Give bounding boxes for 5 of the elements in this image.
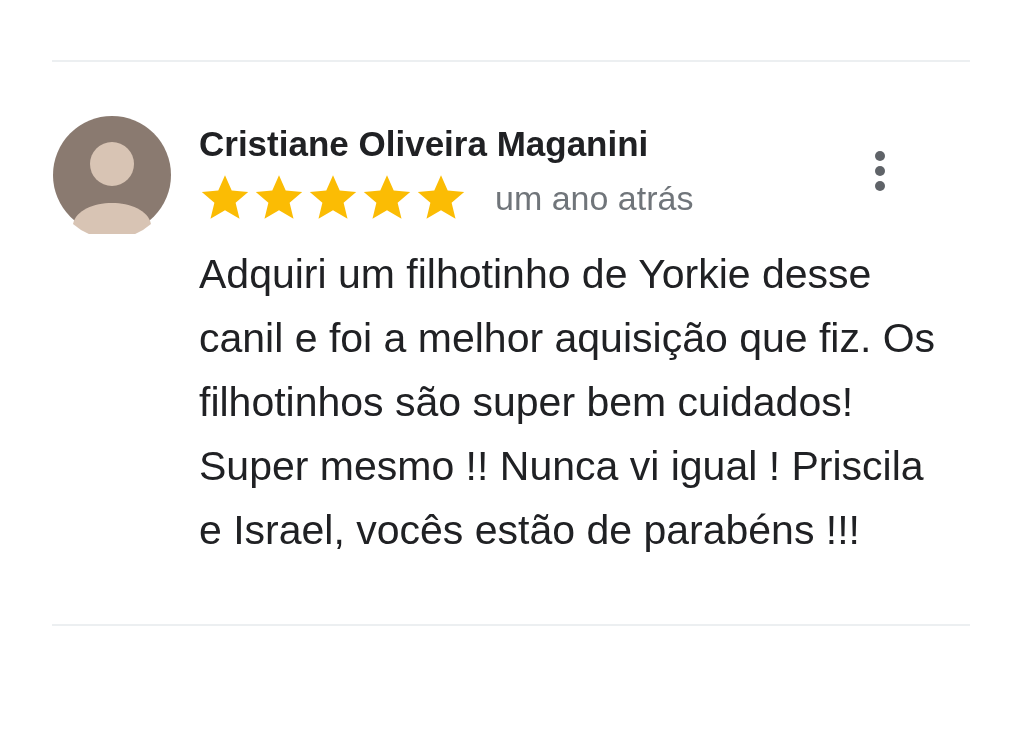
review-text: Adquiri um filhotinho de Yorkie desse canil e foi a melhor aquisição que fiz. Os filhotinhos são super bem cuidados! Super mesmo !! Nunca vi igual ! Priscila e Israel, vocês estão de parabéns !!! [199,250,937,555]
review-time: um ano atrás [495,178,694,218]
more-options-icon[interactable] [874,150,886,192]
avatar-silhouette-icon [53,116,171,234]
reviewer-name[interactable]: Cristiane Oliveira Maganini [199,124,694,164]
